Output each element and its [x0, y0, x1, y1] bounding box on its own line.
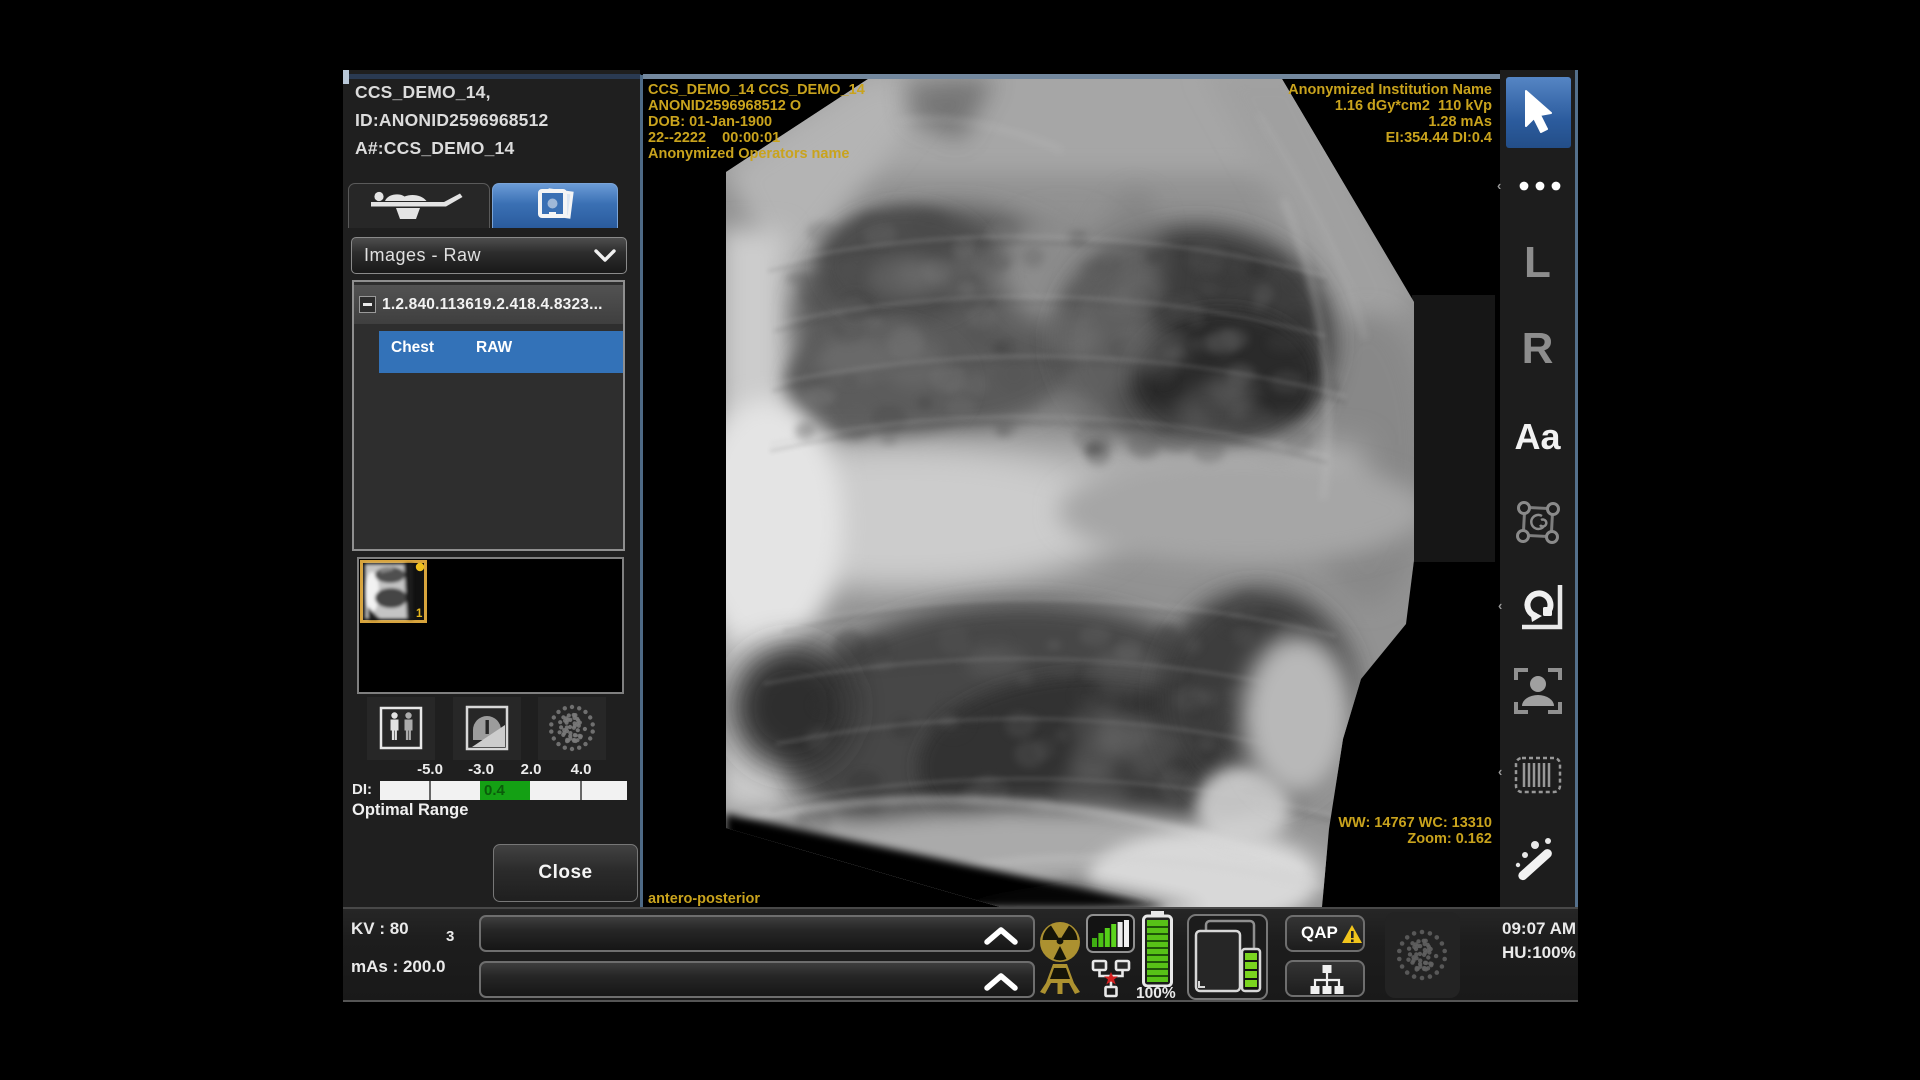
svg-text:1.28 mAs: 1.28 mAs [1428, 114, 1492, 130]
svg-text:Zoom: 0.162: Zoom: 0.162 [1407, 831, 1492, 847]
svg-text:CCS_DEMO_14 CCS_DEMO_14: CCS_DEMO_14 CCS_DEMO_14 [648, 82, 865, 98]
svg-text:EI:354.44 DI:0.4: EI:354.44 DI:0.4 [1386, 130, 1492, 146]
svg-text:antero-posterior: antero-posterior [648, 891, 760, 907]
svg-text:ANONID2596968512 O: ANONID2596968512 O [648, 98, 801, 114]
svg-text:1: 1 [416, 608, 423, 620]
svg-text:Anonymized Operators name: Anonymized Operators name [648, 146, 849, 162]
svg-text:1.16 dGy*cm2 110 kVp: 1.16 dGy*cm2 110 kVp [1335, 98, 1492, 114]
svg-text:WW: 14767 WC: 13310: WW: 14767 WC: 13310 [1338, 815, 1492, 831]
svg-text:Anonymized Institution Name: Anonymized Institution Name [1288, 82, 1492, 98]
svg-text:22--2222 00:00:01: 22--2222 00:00:01 [648, 130, 780, 146]
svg-text:DOB: 01-Jan-1900: DOB: 01-Jan-1900 [648, 114, 772, 130]
